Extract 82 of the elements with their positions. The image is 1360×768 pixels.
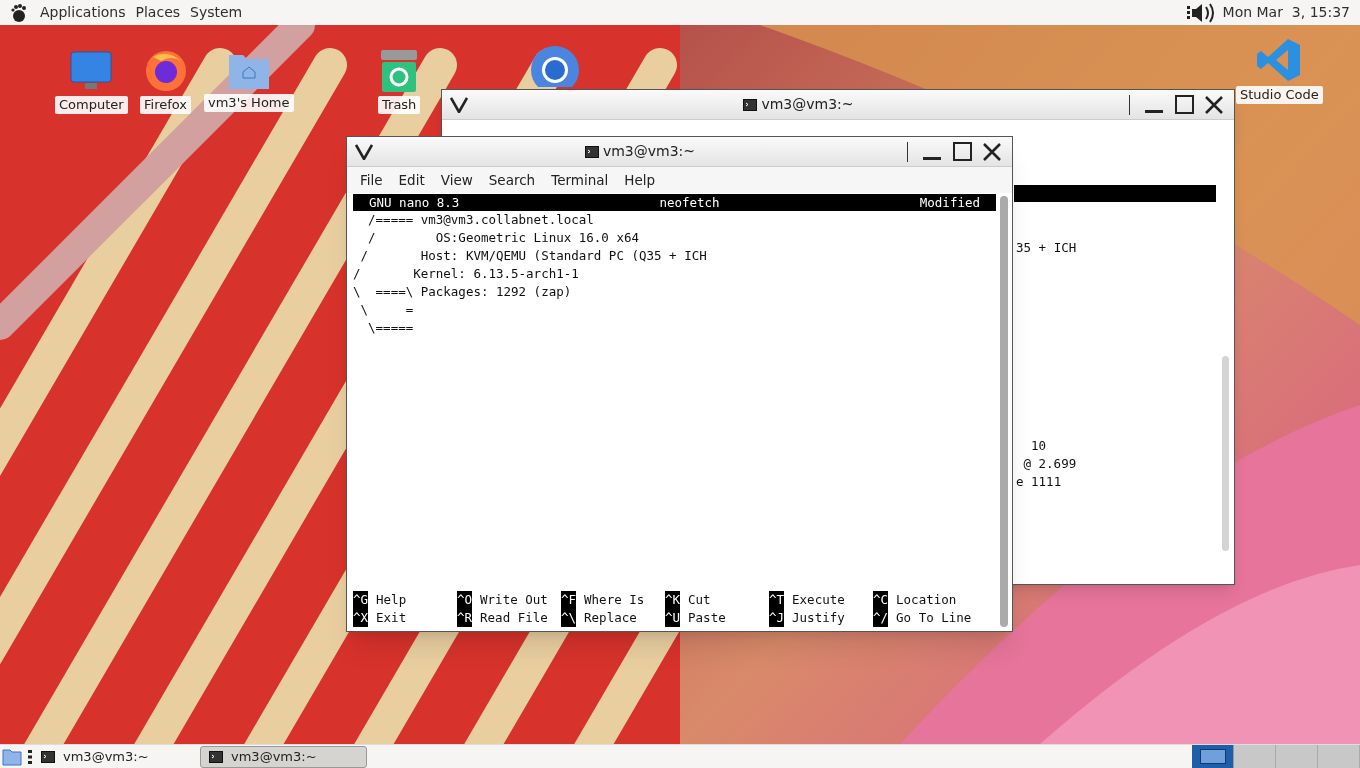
shortcut-key: ^G — [353, 591, 369, 609]
taskbar-item[interactable]: vm3@vm3:~ — [38, 745, 178, 768]
shortcut-label: Help — [376, 591, 407, 609]
menu-item[interactable]: View — [440, 169, 473, 191]
window-menu-icon[interactable] — [450, 96, 468, 113]
window-title: vm3@vm3:~ — [602, 142, 696, 161]
maximize-button[interactable] — [950, 139, 974, 164]
shortcut-key: ^C — [873, 591, 889, 609]
minimize-icon — [1145, 109, 1163, 113]
text-line: \===== — [367, 319, 415, 337]
terminal-text: 35 + ICH — [1016, 239, 1077, 257]
window-menu-icon[interactable] — [355, 143, 373, 160]
icon-label: Firefox — [140, 96, 192, 114]
shortcut-label: Go To Line — [896, 609, 972, 627]
shortcut-label: Paste — [688, 609, 726, 627]
terminal-icon — [209, 750, 223, 763]
menu-item[interactable]: Terminal — [551, 169, 609, 191]
shortcut-label: Justify — [792, 609, 845, 627]
scrollbar-thumb[interactable] — [1222, 356, 1229, 551]
close-icon — [1204, 94, 1224, 115]
shortcut-key: ^\ — [561, 609, 577, 627]
taskbar-item[interactable]: vm3@vm3:~ — [200, 745, 367, 768]
panel-menu[interactable]: System — [190, 2, 243, 23]
shortcut-key: ^U — [665, 609, 681, 627]
maximize-button[interactable] — [1172, 92, 1196, 117]
shortcut-key: ^R — [457, 609, 473, 627]
text-line: \ ====\ Packages: 1292 (zap) — [353, 283, 573, 301]
shortcut-label: Where Is — [584, 591, 645, 609]
workspace-cell[interactable] — [1192, 745, 1234, 768]
trash-icon[interactable] — [380, 49, 419, 93]
close-icon — [982, 141, 1002, 162]
nano-version: GNU nano 8.3 — [369, 193, 460, 212]
shortcut-label: Exit — [376, 609, 407, 627]
window-thumbnail — [1199, 749, 1226, 764]
panel-menu[interactable]: Applications — [40, 2, 126, 23]
terminal-icon — [743, 98, 758, 111]
workspace-cell[interactable] — [1318, 745, 1360, 768]
shortcut-label: Execute — [792, 591, 845, 609]
terminal-icon — [584, 145, 599, 158]
terminal-text: @ 2.699 — [1023, 455, 1077, 473]
shortcut-key: ^/ — [873, 609, 889, 627]
shortcut-key: ^K — [665, 591, 681, 609]
maximize-icon — [1174, 95, 1194, 114]
icon-label: vm3's Home — [204, 94, 294, 112]
modified-status: Modified — [919, 193, 980, 212]
shortcut-label: Write Out — [480, 591, 548, 609]
shortcut-key: ^F — [561, 591, 577, 609]
shortcut-key: ^T — [769, 591, 785, 609]
menu-item[interactable]: Search — [488, 169, 536, 191]
shortcut-key: ^X — [353, 609, 369, 627]
maximize-icon — [952, 142, 972, 161]
scrollbar-thumb[interactable] — [1000, 196, 1008, 627]
drag-handle-icon[interactable] — [28, 748, 32, 765]
shortcut-key: ^J — [769, 609, 785, 627]
terminal-text: e 1111 — [1016, 473, 1062, 491]
minimize-icon — [923, 156, 941, 160]
panel-menu[interactable]: Places — [135, 2, 181, 23]
text-line: / Kernel: 6.13.5-arch1-1 — [353, 265, 580, 283]
menu-item[interactable]: Edit — [398, 169, 425, 191]
text-line: /===== vm3@vm3.collabnet.local — [367, 211, 595, 229]
terminal-icon — [41, 750, 55, 763]
text-line: / OS:Geometric Linux 16.0 x64 — [367, 229, 640, 247]
workspace-cell[interactable] — [1276, 745, 1318, 768]
icon-label: Trash — [378, 96, 421, 114]
shortcut-label: Location — [896, 591, 957, 609]
file-name: neofetch — [659, 193, 720, 212]
icon-label: Computer — [55, 96, 128, 114]
shortcut-label: Cut — [688, 591, 711, 609]
terminal-text: 10 — [1031, 437, 1047, 455]
clock[interactable]: Mon Mar 3, 15:37 — [1222, 2, 1350, 23]
text-line: \ = — [359, 301, 415, 319]
text-line: / Host: KVM/QEMU (Standard PC (Q35 + ICH — [359, 247, 708, 265]
volume-icon[interactable] — [1186, 2, 1217, 23]
menu-item[interactable]: Help — [624, 169, 656, 191]
icon-label: Studio Code — [1236, 86, 1323, 104]
shortcut-label: Read File — [480, 609, 548, 627]
window-title: vm3@vm3:~ — [761, 95, 854, 114]
show-desktop-icon[interactable] — [2, 746, 22, 767]
workspace-cell[interactable] — [1234, 745, 1276, 768]
shortcut-label: Replace — [584, 609, 637, 627]
menu-item[interactable]: File — [360, 169, 383, 191]
shortcut-key: ^O — [457, 591, 473, 609]
